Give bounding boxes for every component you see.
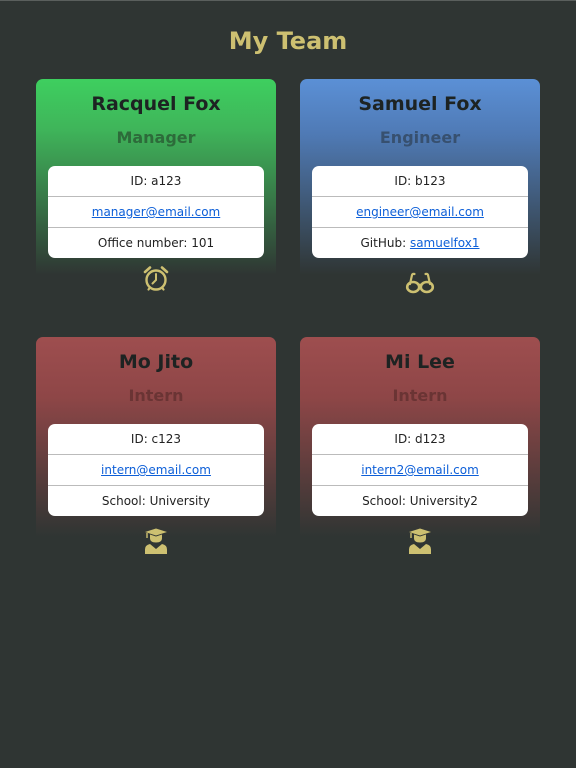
- member-email-row: intern@email.com: [48, 455, 264, 486]
- alarm-clock-icon: [143, 266, 169, 291]
- glasses-icon: [405, 272, 435, 294]
- top-border: [0, 0, 576, 1]
- member-id: ID: b123: [312, 166, 528, 197]
- member-role: Intern: [392, 386, 448, 405]
- member-info-list: ID: d123 intern2@email.com School: Unive…: [312, 424, 528, 516]
- team-member-card: Mo Jito Intern ID: c123 intern@email.com…: [36, 337, 276, 573]
- member-role: Intern: [128, 386, 184, 405]
- github-link[interactable]: samuelfox1: [410, 236, 480, 250]
- member-info-list: ID: a123 manager@email.com Office number…: [48, 166, 264, 258]
- member-role: Manager: [116, 128, 196, 147]
- role-icon-wrap: [36, 528, 276, 554]
- github-label: GitHub:: [360, 236, 410, 250]
- member-email-link[interactable]: engineer@email.com: [356, 205, 484, 219]
- member-github-row: GitHub: samuelfox1: [312, 228, 528, 258]
- member-role: Engineer: [379, 128, 461, 147]
- member-id: ID: a123: [48, 166, 264, 197]
- member-id: ID: c123: [48, 424, 264, 455]
- team-member-card: Racquel Fox Manager ID: a123 manager@ema…: [36, 79, 276, 315]
- page-title: My Team: [228, 27, 348, 55]
- member-name: Samuel Fox: [358, 93, 482, 115]
- member-office-number: Office number: 101: [97, 236, 215, 250]
- member-email-link[interactable]: intern2@email.com: [361, 463, 479, 477]
- member-name: Mo Jito: [118, 351, 194, 373]
- team-member-card: Samuel Fox Engineer ID: b123 engineer@em…: [300, 79, 540, 315]
- team-member-card: Mi Lee Intern ID: d123 intern2@email.com…: [300, 337, 540, 573]
- role-icon-wrap: [36, 265, 276, 293]
- member-name: Mi Lee: [385, 351, 455, 373]
- role-icon-wrap: [300, 272, 540, 294]
- member-email-link[interactable]: manager@email.com: [92, 205, 220, 219]
- member-school: School: University2: [362, 494, 478, 508]
- member-email-row: intern2@email.com: [312, 455, 528, 486]
- role-icon-wrap: [300, 528, 540, 554]
- member-email-link[interactable]: intern@email.com: [101, 463, 211, 477]
- graduate-icon: [145, 528, 167, 554]
- member-id: ID: d123: [312, 424, 528, 455]
- member-school: School: University: [101, 494, 211, 508]
- member-info-list: ID: b123 engineer@email.com GitHub: samu…: [312, 166, 528, 258]
- member-info-list: ID: c123 intern@email.com School: Univer…: [48, 424, 264, 516]
- member-email-row: manager@email.com: [48, 197, 264, 228]
- member-email-row: engineer@email.com: [312, 197, 528, 228]
- graduate-icon: [409, 528, 431, 554]
- member-name: Racquel Fox: [91, 93, 221, 115]
